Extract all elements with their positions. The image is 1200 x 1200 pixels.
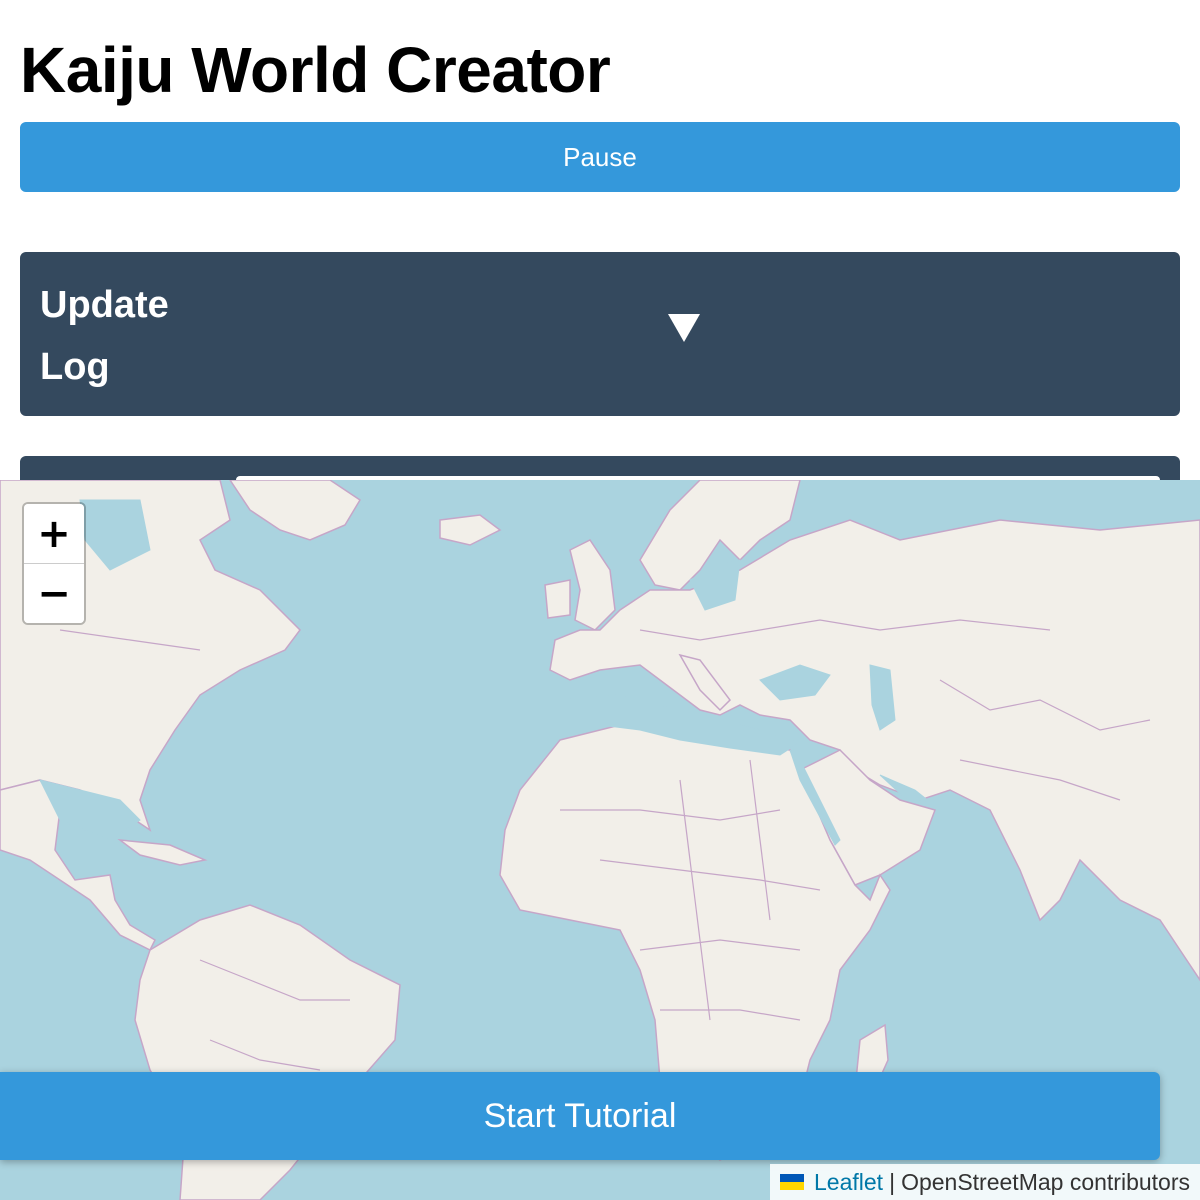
landmass-caribbean xyxy=(117,838,208,866)
update-log-panel[interactable]: Update Log xyxy=(20,252,1180,416)
ukraine-flag-icon xyxy=(780,1174,805,1190)
leaflet-link[interactable]: Leaflet xyxy=(814,1169,883,1196)
landmass-greenland xyxy=(229,480,362,541)
zoom-out-button[interactable]: − xyxy=(24,564,84,623)
start-tutorial-button[interactable]: Start Tutorial xyxy=(0,1072,1160,1160)
update-log-label-line2: Log xyxy=(40,346,110,388)
attribution-credit: OpenStreetMap contributors xyxy=(901,1168,1190,1195)
pause-button[interactable]: Pause xyxy=(20,122,1180,192)
zoom-in-button[interactable]: + xyxy=(24,504,84,564)
update-log-label: Update Log xyxy=(40,274,200,398)
app-root: Kaiju World Creator Pause Update Log + −… xyxy=(0,0,1200,1200)
landmass-iceland xyxy=(439,514,502,546)
page-title: Kaiju World Creator xyxy=(20,34,611,106)
zoom-control: + − xyxy=(22,502,86,625)
attribution-separator: | xyxy=(889,1168,896,1195)
map-attribution: Leaflet | OpenStreetMap contributors xyxy=(770,1164,1200,1200)
landmass-ireland xyxy=(544,579,571,619)
triangle-down-icon[interactable] xyxy=(668,314,700,342)
landmass-british-isles xyxy=(569,539,616,631)
update-log-label-line1: Update xyxy=(40,284,169,326)
world-map[interactable]: + − Start Tutorial Leaflet | OpenStreetM… xyxy=(0,480,1200,1200)
